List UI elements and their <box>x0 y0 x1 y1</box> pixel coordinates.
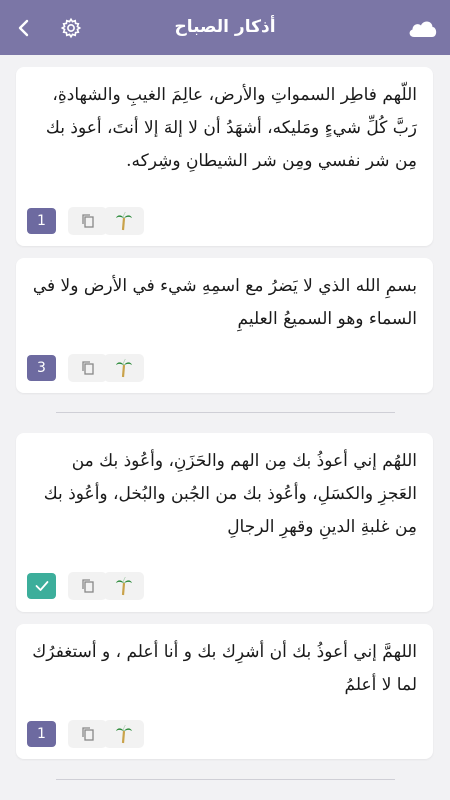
dhikr-text: اللهمَّ إني أعوذُ بك أن أشرِك بك و أنا أ… <box>32 642 417 695</box>
app-header: أذكار الصباح <box>0 0 450 55</box>
share-button[interactable] <box>104 207 144 235</box>
copy-button[interactable] <box>68 354 107 382</box>
palm-tree-icon <box>116 212 132 231</box>
copy-icon <box>81 579 94 593</box>
dhikr-card: اللهُم إني أعوذُ بك مِن الهم والحَزَنِ، … <box>16 433 433 612</box>
counter-button[interactable]: 3 <box>27 355 56 381</box>
counter-done-button[interactable] <box>27 573 56 599</box>
share-button[interactable] <box>104 572 144 600</box>
copy-button[interactable] <box>68 720 107 748</box>
counter-button[interactable]: 1 <box>27 208 56 234</box>
palm-tree-icon <box>116 577 132 596</box>
copy-icon <box>81 727 94 741</box>
dhikr-text: اللّهم فاطِر السمواتِ والأرض، عالِمَ الغ… <box>45 85 417 171</box>
count-label: 1 <box>37 213 46 229</box>
dhikr-card: بسمِ الله الذي لا يَضرُ مع اسمِهِ شيء في… <box>16 258 433 393</box>
section-divider <box>56 412 395 413</box>
dhikr-text: بسمِ الله الذي لا يَضرُ مع اسمِهِ شيء في… <box>32 276 417 329</box>
palm-tree-icon <box>116 725 132 744</box>
share-button[interactable] <box>104 354 144 382</box>
page-title: أذكار الصباح <box>174 17 276 37</box>
section-divider <box>56 779 395 780</box>
copy-button[interactable] <box>68 572 107 600</box>
palm-tree-icon <box>116 359 132 378</box>
weather-button[interactable] <box>405 0 441 55</box>
counter-button[interactable]: 1 <box>27 721 56 747</box>
copy-icon <box>81 214 94 228</box>
count-label: 1 <box>37 726 46 742</box>
copy-button[interactable] <box>68 207 107 235</box>
share-button[interactable] <box>104 720 144 748</box>
cloud-icon <box>409 21 437 37</box>
checkmark-icon <box>35 581 48 591</box>
dhikr-list[interactable]: اللّهم فاطِر السمواتِ والأرض، عالِمَ الغ… <box>0 55 450 800</box>
dhikr-card: اللهمَّ إني أعوذُ بك أن أشرِك بك و أنا أ… <box>16 624 433 759</box>
dhikr-card: اللّهم فاطِر السمواتِ والأرض، عالِمَ الغ… <box>16 67 433 246</box>
dhikr-text: اللهُم إني أعوذُ بك مِن الهم والحَزَنِ، … <box>43 451 417 537</box>
copy-icon <box>81 361 94 375</box>
count-label: 3 <box>37 360 46 376</box>
